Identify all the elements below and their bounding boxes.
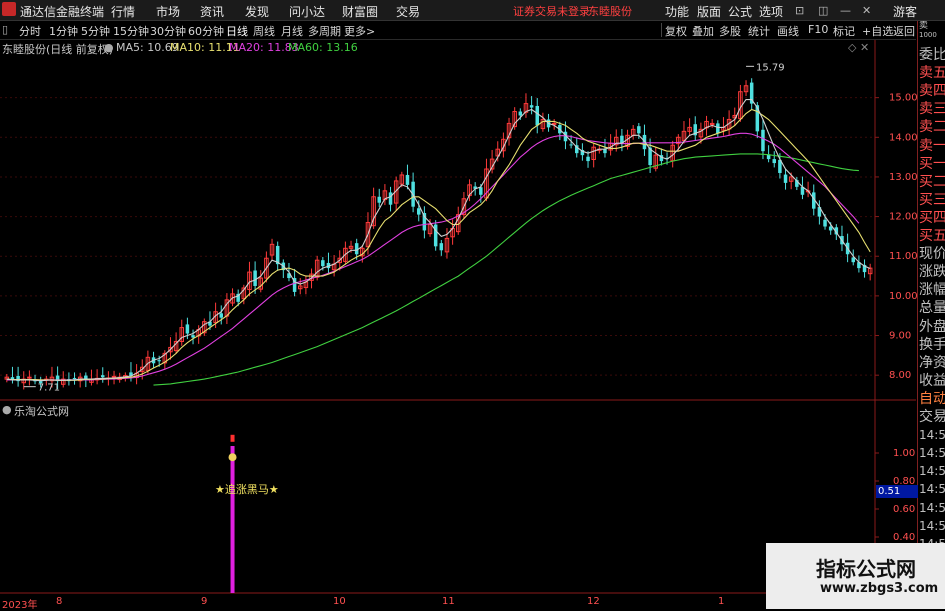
candle-body bbox=[772, 159, 776, 164]
candle-body bbox=[111, 375, 117, 378]
watermark: 指标公式网 www.zbgs3.com bbox=[766, 543, 945, 609]
candle-body bbox=[637, 126, 641, 134]
candle-body bbox=[716, 123, 720, 134]
indicator-tick-label: 1.00 bbox=[893, 448, 915, 459]
price-tick-label: 10.00 bbox=[889, 291, 918, 302]
date-label-dec: 12 bbox=[587, 596, 600, 607]
indicator-tick-label: 0.60 bbox=[893, 504, 915, 515]
ma10-line bbox=[6, 108, 871, 381]
indicator-current-value: 0.51 bbox=[876, 485, 918, 498]
candle-body bbox=[219, 313, 223, 318]
high-price-label: 15.79 bbox=[756, 62, 785, 73]
candle-body bbox=[551, 122, 557, 125]
price-tick-label: 12.00 bbox=[889, 212, 918, 223]
candle-body bbox=[518, 111, 523, 116]
date-label-jan: 1 bbox=[718, 596, 725, 607]
price-tick-label: 13.00 bbox=[889, 172, 918, 183]
candle-body bbox=[27, 376, 32, 379]
candle-body bbox=[761, 129, 765, 152]
ma60-line bbox=[153, 153, 859, 386]
candle-body bbox=[72, 377, 77, 380]
money-bag-icon bbox=[228, 453, 237, 462]
kline-chart[interactable]: 15.0014.0013.0012.0011.0010.009.008.00 1… bbox=[0, 0, 945, 609]
candle-body bbox=[405, 174, 410, 185]
price-tick-label: 11.00 bbox=[889, 251, 918, 262]
date-label-aug: 8 bbox=[56, 596, 63, 607]
candle-body bbox=[191, 335, 195, 338]
signal-label: ★追涨黑马★ bbox=[215, 483, 279, 496]
candle-body bbox=[101, 375, 105, 378]
indicator-title: 乐淘公式网 bbox=[14, 405, 69, 418]
candle-body bbox=[433, 224, 438, 247]
indicator-tick-label: 0.40 bbox=[893, 532, 915, 543]
candle-body bbox=[823, 219, 827, 227]
date-label-sep: 9 bbox=[201, 596, 208, 607]
indicator-settings-icon[interactable]: ● bbox=[2, 403, 12, 416]
candle-body bbox=[354, 243, 359, 255]
signal-top-marker bbox=[230, 434, 235, 442]
candle-body bbox=[417, 208, 421, 215]
candle-body bbox=[569, 144, 573, 146]
ma5-line bbox=[6, 99, 871, 382]
candle-body bbox=[377, 196, 381, 203]
signal-bar bbox=[230, 446, 235, 593]
candle-body bbox=[157, 360, 161, 362]
price-tick-label: 15.00 bbox=[889, 93, 918, 104]
date-label-oct: 10 bbox=[333, 596, 346, 607]
price-tick-label: 8.00 bbox=[889, 370, 911, 381]
price-tick-label: 9.00 bbox=[889, 331, 911, 342]
candle-body bbox=[479, 187, 483, 195]
candle-body bbox=[439, 243, 444, 251]
candle-body bbox=[253, 270, 257, 286]
candle-body bbox=[529, 105, 534, 108]
candle-body bbox=[10, 377, 15, 380]
date-label-nov: 11 bbox=[442, 596, 455, 607]
candle-body bbox=[321, 260, 325, 267]
low-price-label: 7.71 bbox=[38, 383, 60, 394]
candle-body bbox=[586, 156, 590, 162]
candle-body bbox=[185, 324, 190, 334]
candle-body bbox=[388, 192, 393, 205]
candle-body bbox=[535, 105, 539, 126]
candle-body bbox=[783, 174, 788, 183]
watermark-title: 指标公式网 bbox=[816, 557, 916, 581]
watermark-url: www.zbgs3.com bbox=[820, 581, 939, 596]
price-tick-label: 14.00 bbox=[889, 132, 918, 143]
candle-body bbox=[603, 149, 607, 154]
